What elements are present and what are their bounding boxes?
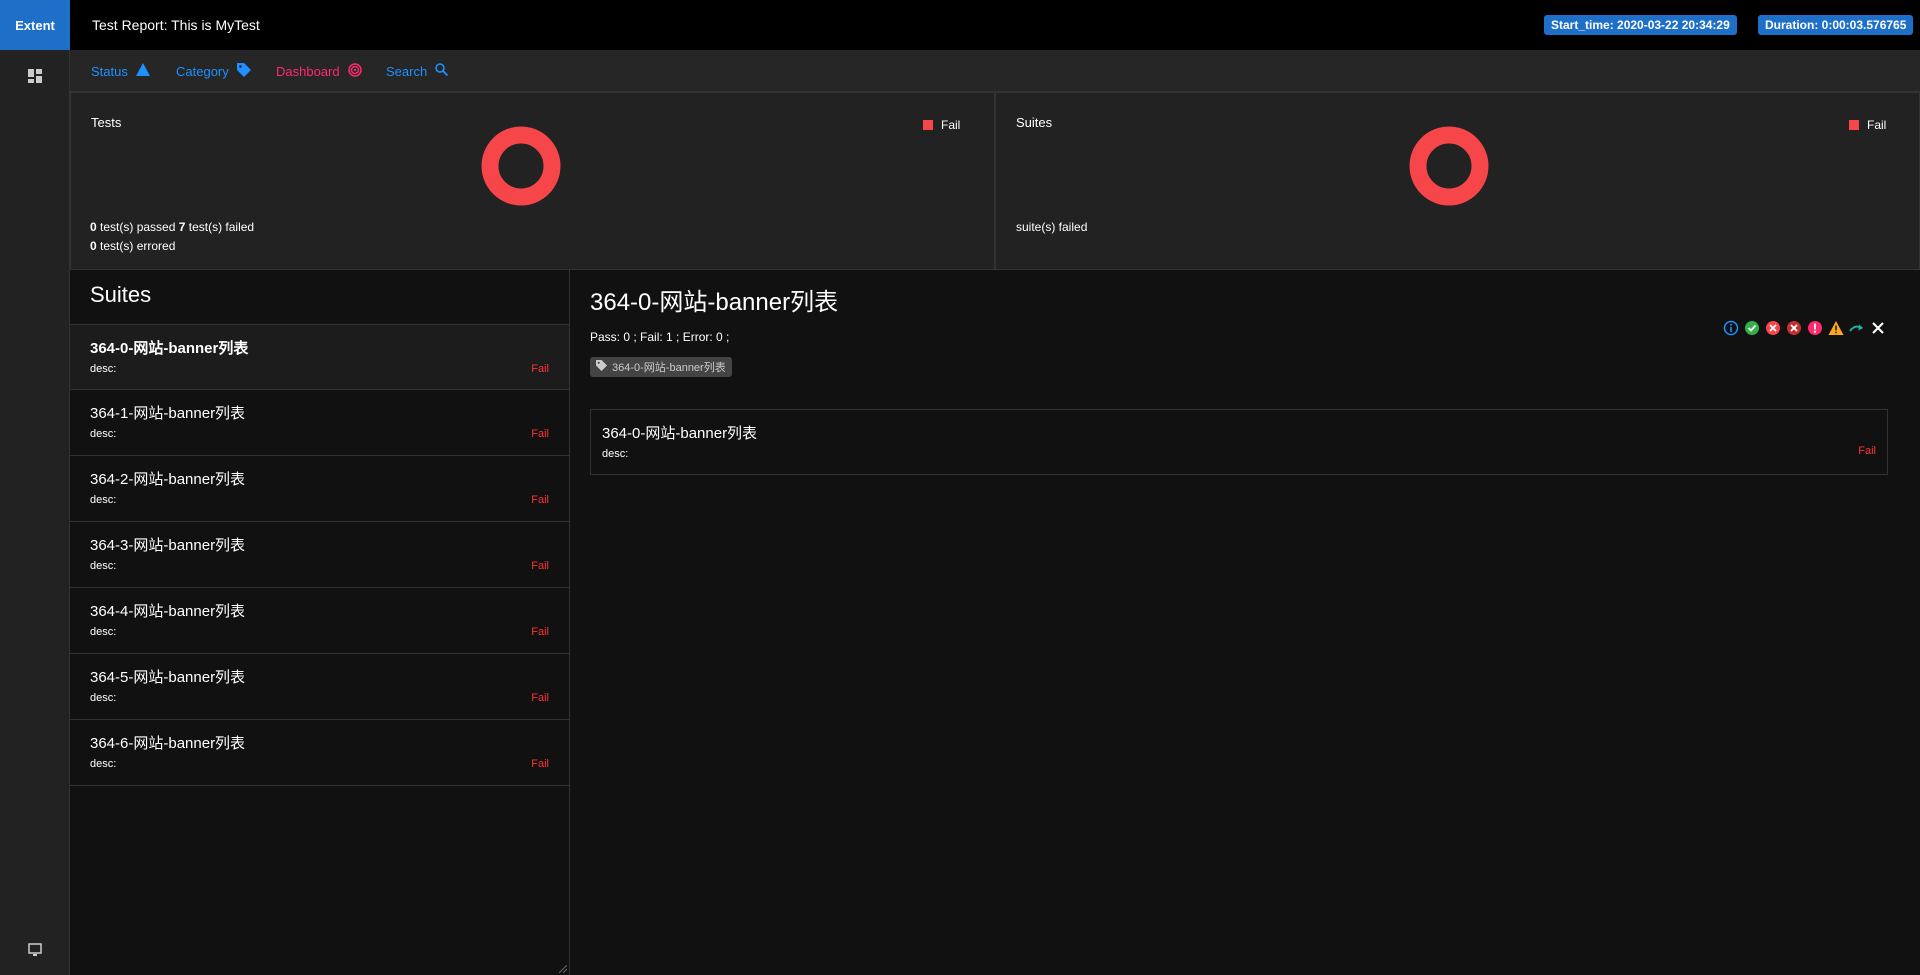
suite-desc: desc: (90, 560, 117, 572)
suite-item[interactable]: 364-1-网站-banner列表 desc: Fail (70, 390, 569, 456)
monitor-icon[interactable] (28, 943, 42, 957)
test-status: Fail (1858, 445, 1876, 457)
category-tag-label: 364-0-网站-banner列表 (612, 362, 726, 374)
suite-status: Fail (531, 758, 549, 770)
suite-name: 364-0-网站-banner列表 (90, 340, 249, 357)
brand-logo[interactable]: Extent (0, 0, 70, 50)
warning-triangle-icon (135, 63, 150, 79)
suite-desc: desc: (90, 626, 117, 638)
suite-status: Fail (531, 560, 549, 572)
suite-name: 364-4-网站-banner列表 (90, 603, 246, 620)
suites-panel: Suites 364-0-网站-banner列表 desc: Fail 364-… (70, 270, 570, 975)
report-title: Test Report: This is MyTest (92, 17, 260, 33)
sidebar (0, 50, 70, 975)
test-item[interactable]: 364-0-网站-banner列表 desc: Fail (590, 409, 1888, 475)
suite-status: Fail (531, 692, 549, 704)
nav-status-label: Status (91, 63, 128, 79)
test-desc: desc: (602, 448, 629, 460)
error-icon[interactable] (1807, 320, 1823, 336)
suites-fail-slice[interactable] (1409, 126, 1489, 206)
suite-item[interactable]: 364-0-网站-banner列表 desc: Fail (70, 324, 569, 390)
detail-title: 364-0-网站-banner列表 (590, 289, 839, 316)
skip-icon[interactable] (1849, 320, 1865, 336)
suite-name: 364-5-网站-banner列表 (90, 669, 246, 686)
suite-desc: desc: (90, 692, 117, 704)
top-nav: Status Category Dashboard Search (70, 50, 1920, 92)
category-tag[interactable]: 364-0-网站-banner列表 (590, 357, 732, 377)
top-bar: Extent Test Report: This is MyTest Start… (0, 0, 1920, 50)
nav-status[interactable]: Status (91, 50, 150, 92)
detail-stats: Pass: 0 ; Fail: 1 ; Error: 0 ; (590, 330, 730, 344)
resize-grip-icon[interactable] (559, 965, 567, 973)
start-time-badge: Start_time: 2020-03-22 20:34:29 (1544, 15, 1737, 35)
suite-desc: desc: (90, 363, 117, 375)
pass-icon[interactable] (1744, 320, 1760, 336)
fatal-icon[interactable] (1786, 320, 1802, 336)
nav-search-label: Search (386, 63, 428, 79)
suite-status: Fail (531, 494, 549, 506)
suites-legend-label: Fail (1867, 118, 1887, 132)
legend-swatch (1849, 120, 1859, 130)
tests-fail-slice[interactable] (481, 126, 561, 206)
suite-desc: desc: (90, 494, 117, 506)
duration-badge: Duration: 0:00:03.576765 (1758, 15, 1914, 35)
spiral-icon (347, 62, 362, 80)
fail-icon[interactable] (1765, 320, 1781, 336)
suites-stat-line1: suite(s) failed (1016, 220, 1088, 234)
suite-name: 364-1-网站-banner列表 (90, 405, 246, 422)
clear-filter-icon[interactable] (1870, 320, 1886, 336)
suite-status: Fail (531, 363, 549, 375)
legend-swatch (923, 120, 933, 130)
tests-legend[interactable]: Fail (923, 118, 960, 132)
tests-failed-text: test(s) failed (185, 220, 255, 234)
warning-icon[interactable] (1828, 320, 1844, 336)
suites-donut-chart (1409, 126, 1489, 206)
suites-card-title: Suites (1016, 115, 1053, 130)
suite-name: 364-6-网站-banner列表 (90, 735, 246, 752)
dashboard-icon[interactable] (28, 69, 42, 83)
suites-legend[interactable]: Fail (1849, 118, 1886, 132)
tests-stat-line1: 0 test(s) passed 7 test(s) failed (90, 220, 254, 234)
suite-item[interactable]: 364-5-网站-banner列表 desc: Fail (70, 654, 569, 720)
suite-item[interactable]: 364-4-网站-banner列表 desc: Fail (70, 588, 569, 654)
tests-errored-count: 0 (90, 239, 97, 253)
status-filters (1723, 320, 1886, 336)
suite-item[interactable]: 364-3-网站-banner列表 desc: Fail (70, 522, 569, 588)
suites-heading: Suites (90, 282, 152, 307)
suite-desc: desc: (90, 758, 117, 770)
search-icon (435, 63, 449, 79)
nav-dashboard[interactable]: Dashboard (276, 50, 362, 92)
tests-card-title: Tests (91, 115, 122, 130)
info-icon[interactable] (1723, 320, 1739, 336)
suite-desc: desc: (90, 428, 117, 440)
suite-item[interactable]: 364-2-网站-banner列表 desc: Fail (70, 456, 569, 522)
nav-dashboard-label: Dashboard (276, 63, 340, 79)
tests-passed-count: 0 (90, 220, 97, 234)
tests-legend-label: Fail (941, 118, 961, 132)
test-name: 364-0-网站-banner列表 (602, 425, 758, 442)
tests-passed-text: test(s) passed (96, 220, 179, 234)
suite-detail-panel: 364-0-网站-banner列表 Pass: 0 ; Fail: 1 ; Er… (570, 270, 1920, 975)
suite-status: Fail (531, 626, 549, 638)
tag-icon (596, 360, 607, 374)
nav-search[interactable]: Search (386, 50, 449, 92)
tests-stat-line2: 0 test(s) errored (90, 239, 175, 253)
nav-category-label: Category (176, 63, 229, 79)
nav-category[interactable]: Category (176, 50, 251, 92)
tests-donut-chart (481, 126, 561, 206)
suite-status: Fail (531, 428, 549, 440)
suite-name: 364-2-网站-banner列表 (90, 471, 246, 488)
suite-item[interactable]: 364-6-网站-banner列表 desc: Fail (70, 720, 569, 786)
tests-errored-text: test(s) errored (96, 239, 176, 253)
suite-name: 364-3-网站-banner列表 (90, 537, 246, 554)
tag-icon (236, 62, 251, 80)
